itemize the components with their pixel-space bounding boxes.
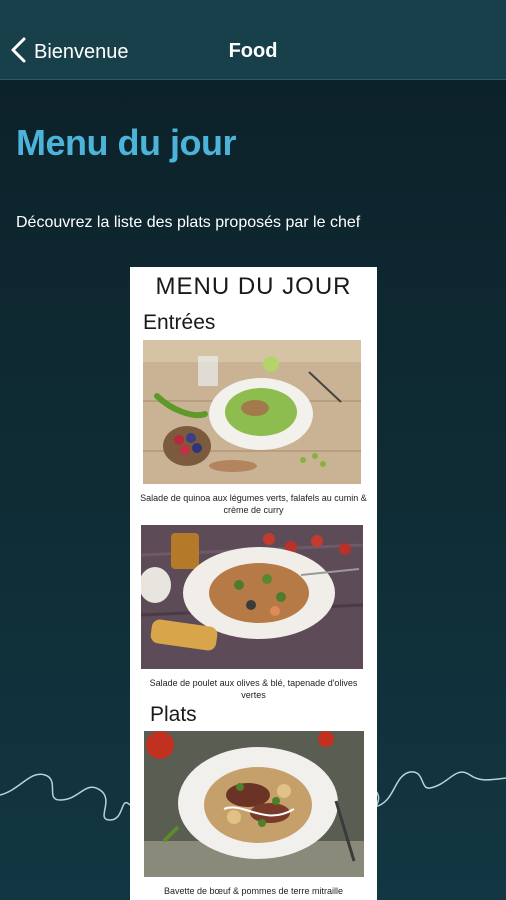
dish-photo-beef-bavette xyxy=(144,731,364,877)
nav-title: Food xyxy=(228,40,278,62)
nav-bar: Bienvenue Food xyxy=(0,0,506,80)
page-subtitle: Découvrez la liste des plats proposés pa… xyxy=(16,214,361,231)
page-title: Menu du jour xyxy=(16,122,236,163)
section-heading-entrees: Entrées xyxy=(143,311,216,334)
dish-caption-chicken-salad: Salade de poulet aux olives & blé, tapen… xyxy=(149,678,358,700)
dish-caption-beef-bavette: Bavette de bœuf & pommes de terre mitrai… xyxy=(163,886,344,896)
dish-caption-quinoa-salad: Salade de quinoa aux légumes verts, fala… xyxy=(140,493,367,515)
section-heading-plats: Plats xyxy=(150,703,197,726)
dish-photo-quinoa-salad xyxy=(143,340,361,484)
dish-photo-chicken-salad xyxy=(141,525,363,669)
menu-image-title: MENU DU JOUR xyxy=(155,273,352,300)
menu-image[interactable]: MENU DU JOUR Entrées Salade de quinoa au… xyxy=(130,267,377,900)
